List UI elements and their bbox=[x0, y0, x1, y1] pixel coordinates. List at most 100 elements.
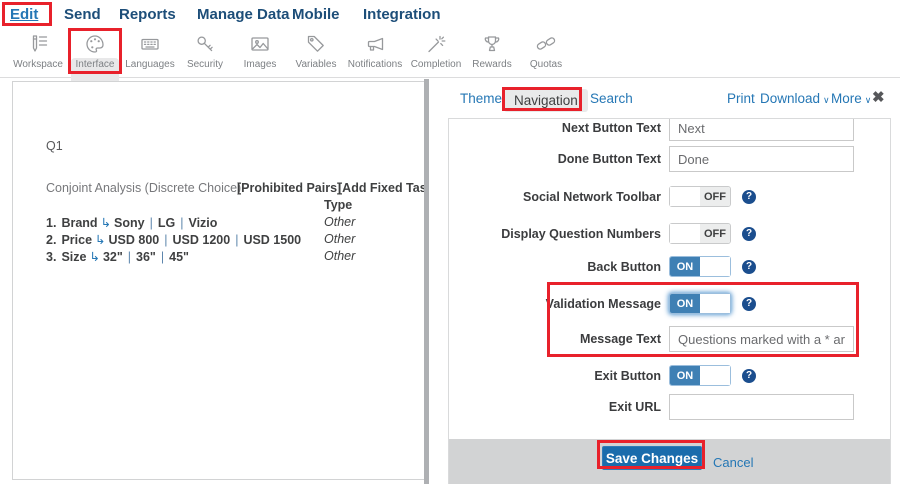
toggle-state-label: OFF bbox=[704, 228, 726, 240]
preview-scrollbar[interactable] bbox=[424, 79, 429, 484]
option-separator: | bbox=[156, 250, 169, 264]
toolbar-item-completion[interactable]: Completion bbox=[404, 30, 468, 76]
help-icon[interactable]: ? bbox=[742, 297, 756, 311]
attribute-option: USD 1500 bbox=[243, 233, 301, 247]
tab-search[interactable]: Search bbox=[590, 91, 633, 106]
toolbar-item-label: Variables bbox=[284, 59, 348, 70]
form-row-exit-url: Exit URL bbox=[449, 394, 890, 420]
toolbar-item-images[interactable]: Images bbox=[228, 30, 292, 76]
next-button-text-input[interactable] bbox=[669, 118, 854, 141]
field-label: Social Network Toolbar bbox=[449, 186, 661, 207]
survey-preview-panel: Q1 Conjoint Analysis (Discrete Choice) [… bbox=[12, 81, 425, 480]
attribute-option: Vizio bbox=[188, 216, 217, 230]
exit-button-toggle[interactable]: ON bbox=[669, 365, 731, 386]
top-nav: Edit Send Reports Manage DataMobile Integrat… bbox=[0, 0, 900, 28]
field-label: Done Button Text bbox=[449, 146, 661, 172]
nav-item-mobile[interactable]: Mobile bbox=[292, 6, 340, 23]
download-dropdown[interactable]: Download∨ bbox=[760, 91, 830, 106]
form-row-exit-button: Exit Button ON? bbox=[449, 365, 890, 386]
print-link[interactable]: Print bbox=[727, 91, 755, 106]
chevron-down-icon: ∨ bbox=[823, 95, 830, 105]
exit-url-input[interactable] bbox=[669, 394, 854, 420]
option-separator: | bbox=[123, 250, 136, 264]
completion-icon bbox=[404, 32, 468, 58]
prohibited-pairs-link[interactable]: [Prohibited Pairs] bbox=[237, 181, 341, 195]
field-label: Validation Message bbox=[449, 293, 661, 314]
message-text-input[interactable] bbox=[669, 326, 854, 352]
notifications-icon bbox=[343, 32, 407, 58]
survey-editor-window: Edit Send Reports Manage DataMobile Integrat… bbox=[0, 0, 900, 484]
help-icon[interactable]: ? bbox=[742, 190, 756, 204]
toolbar-item-label: Completion bbox=[404, 59, 468, 70]
form-row-back-button: Back Button ON? bbox=[449, 256, 890, 277]
option-separator: | bbox=[230, 233, 243, 247]
tab-themes[interactable]: Themes bbox=[460, 91, 509, 106]
images-icon bbox=[228, 32, 292, 58]
field-label: Exit Button bbox=[449, 365, 661, 386]
field-label: Next Button Text bbox=[449, 118, 661, 141]
tab-navigation[interactable]: Navigation bbox=[504, 89, 588, 112]
toggle-state-label: ON bbox=[677, 370, 694, 382]
return-arrow-icon: ↳ bbox=[92, 233, 108, 247]
attribute-option: 45" bbox=[169, 250, 189, 264]
variables-icon bbox=[284, 32, 348, 58]
nav-item-integration[interactable]: Integration bbox=[363, 6, 441, 23]
attribute-option: Sony bbox=[114, 216, 145, 230]
field-label: Back Button bbox=[449, 256, 661, 277]
field-label: Exit URL bbox=[449, 394, 661, 420]
form-row-display-question-numbers: Display Question NumbersOFF? bbox=[449, 223, 890, 244]
form-row-done-button-text: Done Button Text bbox=[449, 146, 890, 172]
nav-item-edit[interactable]: Edit bbox=[10, 6, 38, 23]
toolbar-item-quotas[interactable]: Quotas bbox=[514, 30, 578, 76]
attribute-option: USD 800 bbox=[109, 233, 160, 247]
form-row-social-network-toolbar: Social Network Toolbar OFF? bbox=[449, 186, 890, 207]
nav-item-send[interactable]: Send bbox=[64, 6, 101, 23]
toolbar-item-label: Quotas bbox=[514, 59, 578, 70]
toolbar-item-label: Images bbox=[228, 59, 292, 70]
form-footer: Save Changes Cancel bbox=[449, 439, 890, 484]
attribute-type: Other bbox=[324, 215, 355, 229]
attribute-row-text: 1.Brand↳Sony|LG|Vizio bbox=[46, 215, 217, 230]
cancel-link[interactable]: Cancel bbox=[713, 439, 753, 484]
toggle-state-label: ON bbox=[677, 298, 694, 310]
more-dropdown[interactable]: More∨ bbox=[831, 91, 871, 106]
attribute-option: 36" bbox=[136, 250, 156, 264]
toolbar-item-label: Workspace bbox=[6, 59, 70, 70]
navigation-settings-form: Next Button Text Done Button Text Social N… bbox=[448, 118, 891, 484]
help-icon[interactable]: ? bbox=[742, 260, 756, 274]
option-separator: | bbox=[145, 216, 158, 230]
attribute-type: Other bbox=[324, 249, 355, 263]
add-fixed-tasks-link[interactable]: [Add Fixed Tasks bbox=[338, 181, 425, 195]
attribute-option: LG bbox=[158, 216, 175, 230]
edit-toolbar: WorkspaceInterfaceLanguagesSecurityImage… bbox=[0, 28, 900, 78]
help-icon[interactable]: ? bbox=[742, 369, 756, 383]
toggle-state-label: OFF bbox=[704, 191, 726, 203]
display-question-numbers-toggle[interactable]: OFF bbox=[669, 223, 731, 244]
workspace-icon bbox=[6, 32, 70, 58]
quotas-icon bbox=[514, 32, 578, 58]
close-icon[interactable]: ✖ bbox=[872, 88, 885, 106]
form-row-message-text: Message Text bbox=[449, 326, 890, 352]
option-separator: | bbox=[175, 216, 188, 230]
done-button-text-input[interactable] bbox=[669, 146, 854, 172]
attribute-row-text: 3.Size↳32"|36"|45" bbox=[46, 249, 189, 264]
toolbar-item-variables[interactable]: Variables bbox=[284, 30, 348, 76]
toolbar-item-workspace[interactable]: Workspace bbox=[6, 30, 70, 76]
attribute-type: Other bbox=[324, 232, 355, 246]
back-button-toggle[interactable]: ON bbox=[669, 256, 731, 277]
social-network-toolbar-toggle[interactable]: OFF bbox=[669, 186, 731, 207]
validation-message-toggle[interactable]: ON bbox=[669, 293, 731, 314]
save-changes-button[interactable]: Save Changes bbox=[602, 446, 702, 470]
question-code-label: Q1 bbox=[46, 139, 63, 153]
nav-item-manage-data[interactable]: Manage Data bbox=[197, 6, 290, 23]
attribute-option: 32" bbox=[103, 250, 123, 264]
help-icon[interactable]: ? bbox=[742, 227, 756, 241]
question-type-label: Conjoint Analysis (Discrete Choice) bbox=[46, 181, 241, 195]
option-separator: | bbox=[159, 233, 172, 247]
toolbar-item-notifications[interactable]: Notifications bbox=[343, 30, 407, 76]
toolbar-item-label: Notifications bbox=[343, 59, 407, 70]
attribute-option: USD 1200 bbox=[173, 233, 231, 247]
nav-item-reports[interactable]: Reports bbox=[119, 6, 176, 23]
chevron-down-icon: ∨ bbox=[865, 95, 872, 105]
toggle-state-label: ON bbox=[677, 261, 694, 273]
